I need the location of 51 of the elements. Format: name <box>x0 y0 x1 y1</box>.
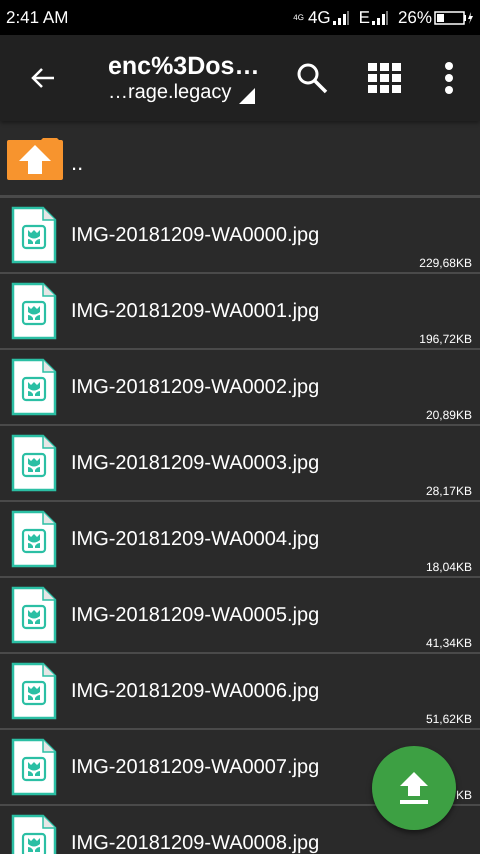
file-size: 18,04KB <box>426 560 472 574</box>
image-file-icon <box>11 510 57 568</box>
file-name: IMG-20181209-WA0001.jpg <box>71 300 320 322</box>
image-file-icon <box>11 282 57 340</box>
file-name: IMG-20181209-WA0008.jpg <box>71 832 320 854</box>
file-size: 20,89KB <box>426 408 472 422</box>
file-row[interactable]: IMG-20181209-WA0006.jpg 51,62KB <box>0 654 480 730</box>
image-file-icon <box>11 738 57 796</box>
file-size: KB <box>456 788 472 802</box>
file-name: IMG-20181209-WA0004.jpg <box>71 528 320 550</box>
parent-folder-label: .. <box>71 150 84 176</box>
file-row[interactable]: IMG-20181209-WA0001.jpg 196,72KB <box>0 274 480 350</box>
network-type-small: 4G <box>293 13 304 22</box>
file-name: IMG-20181209-WA0002.jpg <box>71 376 320 398</box>
file-name: IMG-20181209-WA0006.jpg <box>71 680 320 702</box>
signal-icon <box>332 10 349 24</box>
file-size: 229,68KB <box>419 256 472 270</box>
image-file-icon <box>11 662 57 720</box>
file-name: IMG-20181209-WA0007.jpg <box>71 756 320 778</box>
file-size: 196,72KB <box>419 332 472 346</box>
folder-path[interactable]: …rage.legacy <box>108 81 232 104</box>
parent-folder-row[interactable]: .. <box>0 121 480 198</box>
file-name: IMG-20181209-WA0000.jpg <box>71 224 320 246</box>
search-icon[interactable] <box>296 62 328 94</box>
battery-percent: 26% <box>398 8 432 28</box>
network-type: 4G <box>308 8 331 28</box>
network-type: E <box>358 8 370 28</box>
folder-title: enc%3Dos… <box>108 52 260 81</box>
back-arrow-icon[interactable] <box>30 67 56 89</box>
folder-up-icon <box>5 136 65 180</box>
file-row[interactable]: IMG-20181209-WA0003.jpg 28,17KB <box>0 426 480 502</box>
file-name: IMG-20181209-WA0003.jpg <box>71 452 320 474</box>
battery-charging-icon <box>434 10 474 24</box>
grid-view-icon[interactable] <box>368 63 402 93</box>
file-row[interactable]: IMG-20181209-WA0002.jpg 20,89KB <box>0 350 480 426</box>
image-file-icon <box>11 434 57 492</box>
image-file-icon <box>11 206 57 264</box>
signal-icon <box>372 10 388 24</box>
file-row[interactable]: IMG-20181209-WA0000.jpg 229,68KB <box>0 198 480 274</box>
status-time: 2:41 AM <box>6 8 68 28</box>
image-file-icon <box>11 586 57 644</box>
more-menu-icon[interactable] <box>444 62 454 94</box>
file-name: IMG-20181209-WA0005.jpg <box>71 604 320 626</box>
file-size: 51,62KB <box>426 712 472 726</box>
dropdown-corner-icon[interactable] <box>239 88 256 104</box>
file-size: 28,17KB <box>426 484 472 498</box>
file-row[interactable]: IMG-20181209-WA0005.jpg 41,34KB <box>0 578 480 654</box>
image-file-icon <box>11 358 57 416</box>
upload-icon <box>400 772 428 804</box>
file-row[interactable]: IMG-20181209-WA0004.jpg 18,04KB <box>0 502 480 578</box>
file-size: 41,34KB <box>426 636 472 650</box>
